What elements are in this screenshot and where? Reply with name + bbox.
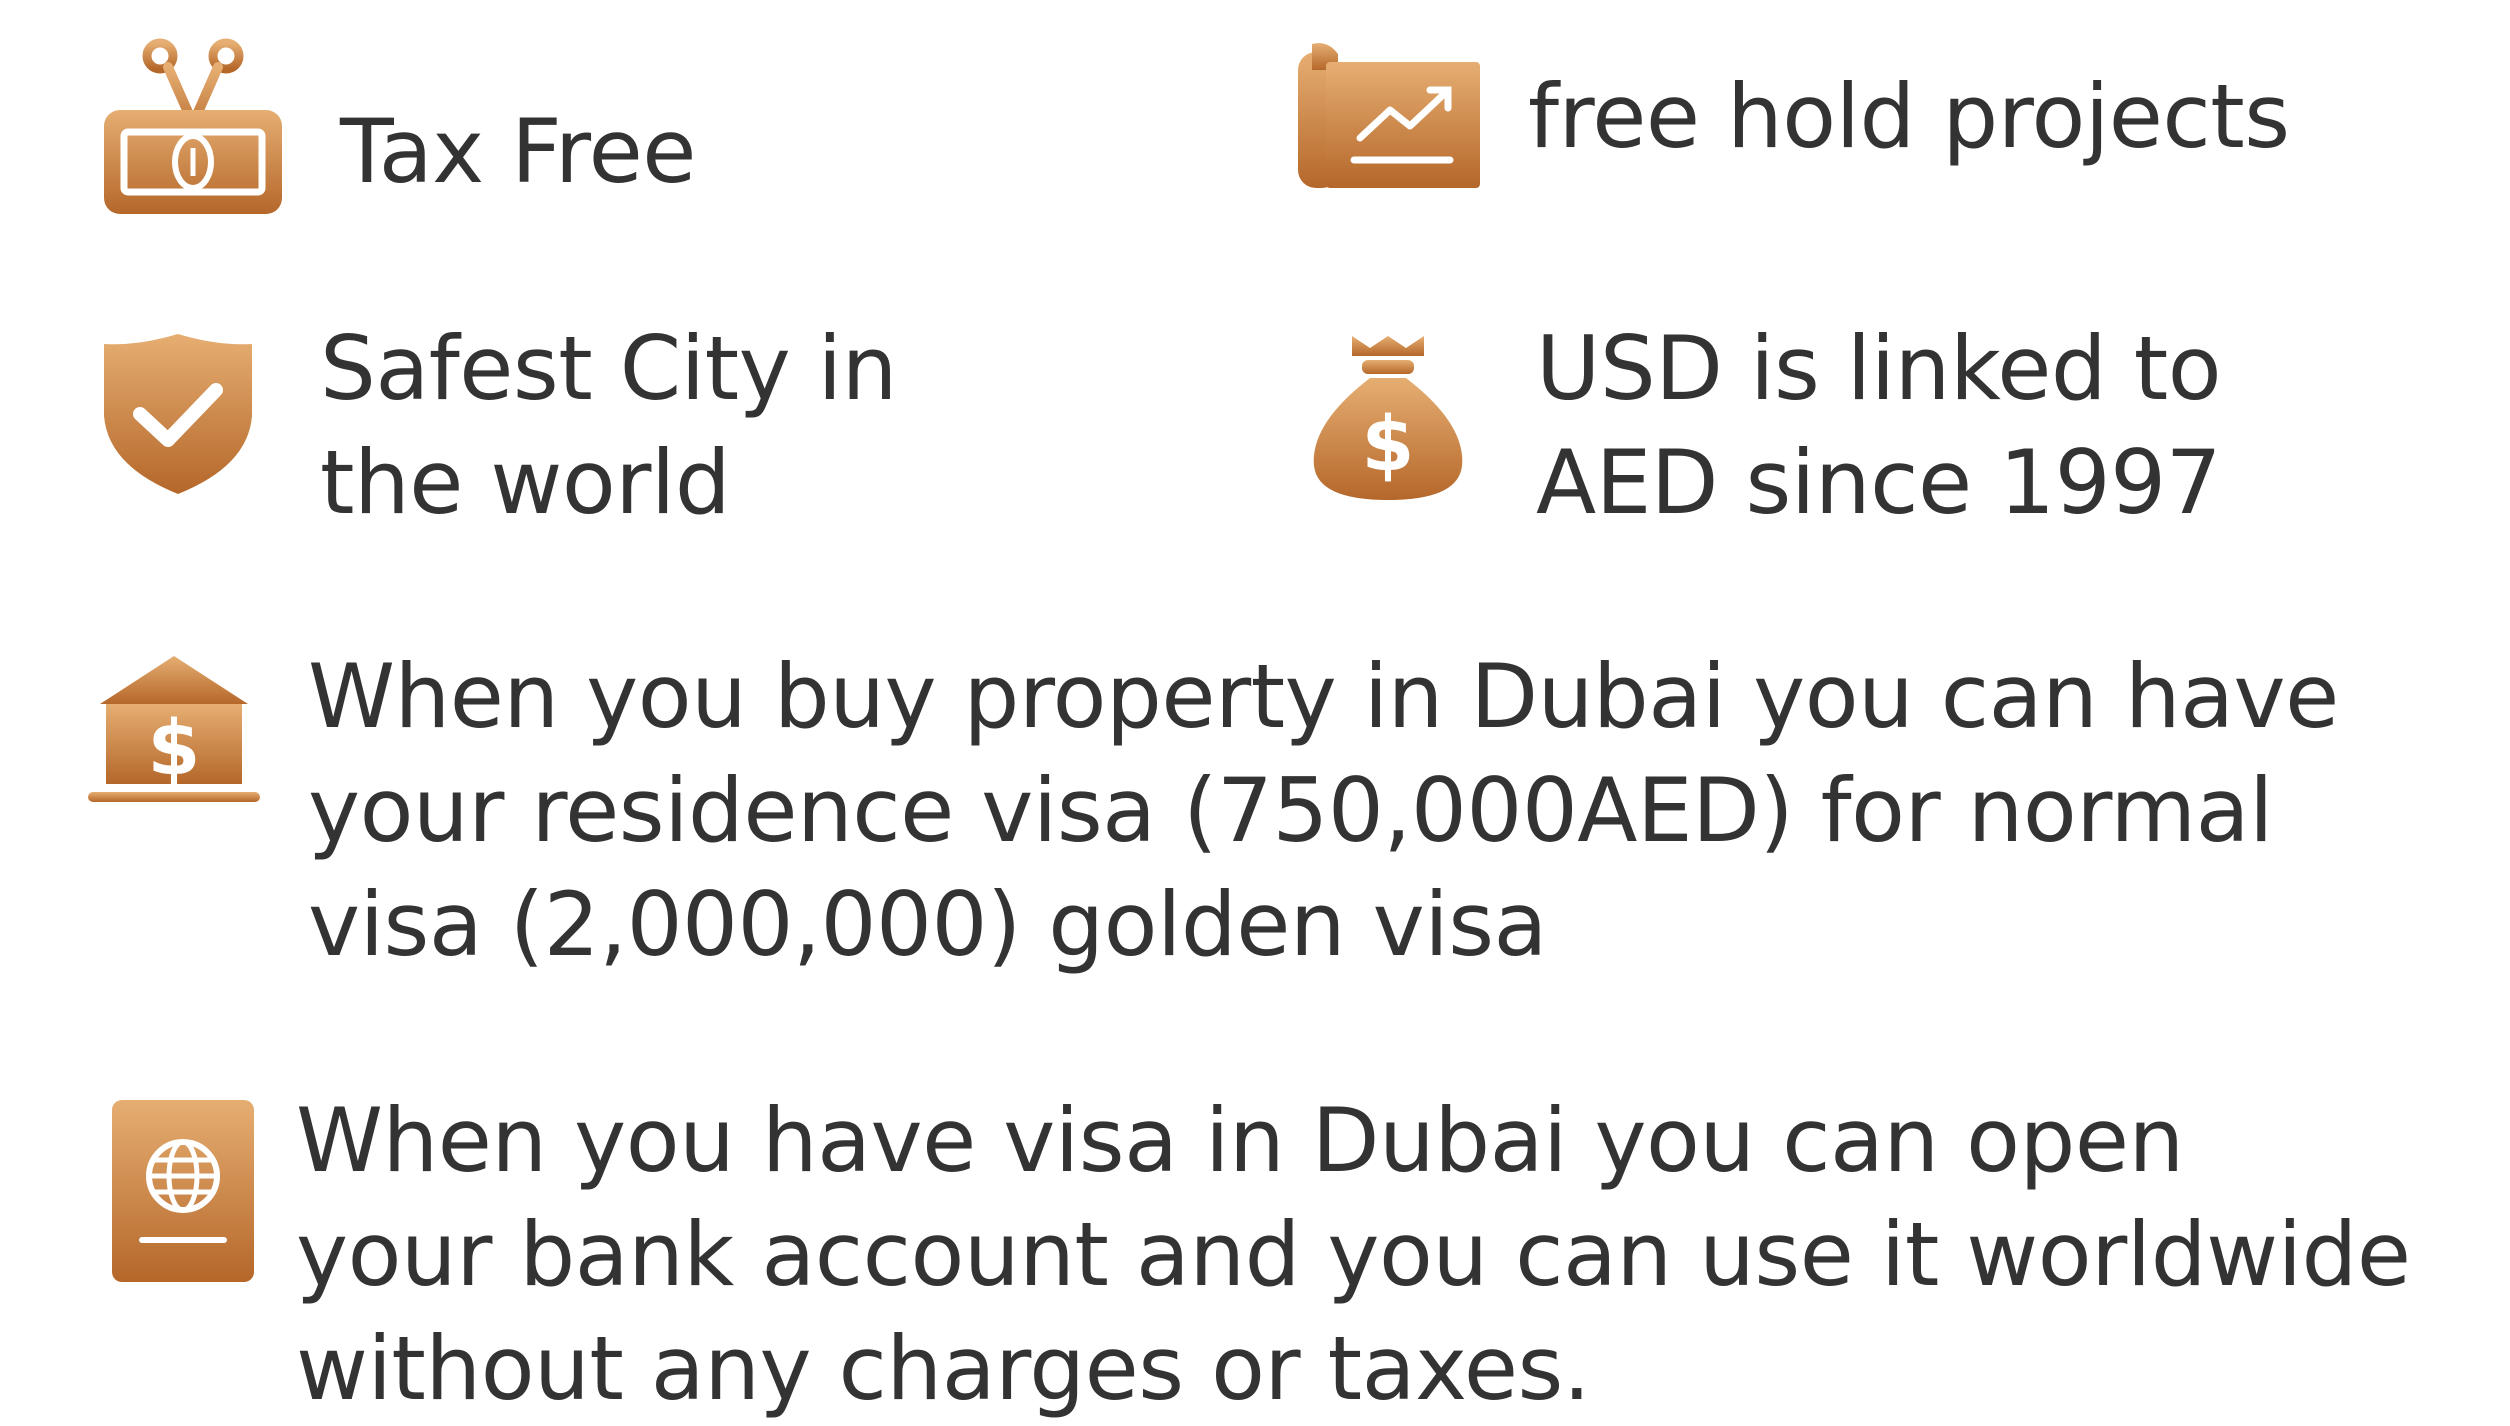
feature-line: AED since 1997	[1536, 431, 2222, 534]
svg-text:$: $	[1362, 399, 1415, 488]
feature-line: visa (2,000,000) golden visa	[308, 873, 1547, 976]
svg-text:$: $	[148, 703, 201, 792]
tax-cut-scissors-icon	[98, 36, 288, 218]
feature-line: the world	[320, 431, 731, 534]
feature-line: USD is linked to	[1536, 317, 2222, 420]
feature-line: When you have visa in Dubai you can open	[296, 1089, 2184, 1192]
growth-chart-scroll-icon	[1298, 40, 1480, 190]
passport-globe-icon	[112, 1100, 254, 1282]
feature-line: When you buy property in Dubai you can h…	[308, 645, 2339, 748]
feature-line: your bank account and you can use it wor…	[296, 1203, 2411, 1306]
feature-line: Tax Free	[340, 100, 696, 203]
shield-check-icon	[102, 332, 254, 496]
money-bag-dollar-icon: $	[1310, 334, 1466, 502]
feature-line: your residence visa (750,000AED) for nor…	[308, 759, 2273, 862]
bank-dollar-icon: $	[88, 652, 260, 802]
feature-line: Safest City in	[320, 317, 897, 420]
feature-line: without any charges or taxes.	[296, 1317, 1591, 1420]
feature-line: free hold projects	[1528, 65, 2290, 168]
